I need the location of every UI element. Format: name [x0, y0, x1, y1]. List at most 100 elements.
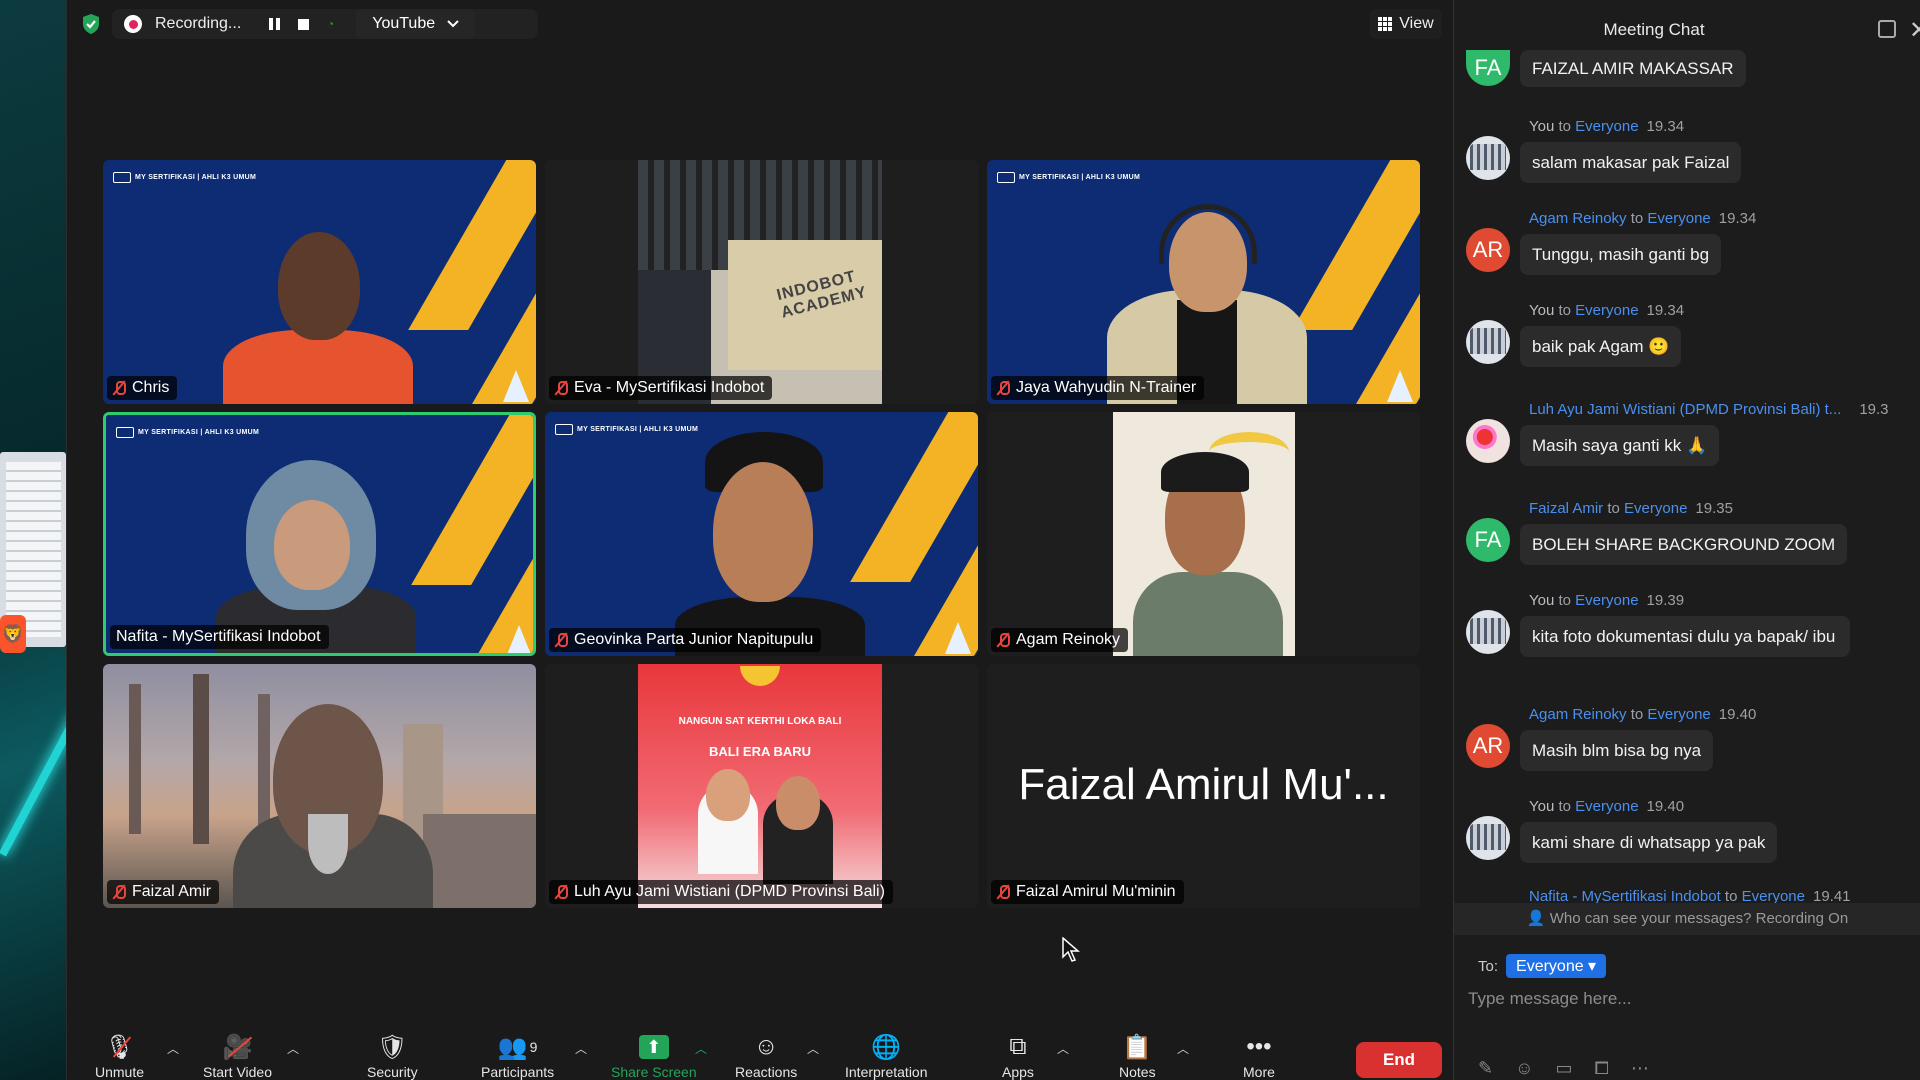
emoji-icon[interactable]: ☺ — [1515, 1058, 1533, 1079]
video-tile-chris[interactable]: MY SERTIFIKASI | AHLI K3 UMUM Chris — [103, 160, 536, 404]
muted-mic-icon — [555, 885, 568, 899]
more-dots-icon: ••• — [1246, 1033, 1272, 1060]
security-shield-icon: 🛡 — [377, 1033, 408, 1061]
globe-icon: 🌐 — [871, 1033, 902, 1061]
muted-mic-icon — [997, 381, 1010, 395]
notes-options-caret[interactable]: ︿ — [1177, 1040, 1189, 1057]
participant-video — [1113, 412, 1295, 656]
muted-mic-icon — [555, 381, 568, 395]
message-bubble: BOLEH SHARE BACKGROUND ZOOM — [1520, 524, 1848, 566]
video-tile-jaya[interactable]: MY SERTIFIKASI | AHLI K3 UMUM Jaya Wahyu… — [987, 160, 1420, 404]
brand-logo: MY SERTIFIKASI | AHLI K3 UMUM — [113, 168, 259, 186]
audio-options-caret[interactable]: ︿ — [167, 1040, 179, 1057]
recording-dot-icon — [124, 15, 142, 33]
message-bubble: salam makasar pak Faizal — [1520, 142, 1742, 184]
share-screen-icon: ⬆ — [638, 1034, 669, 1060]
close-icon[interactable]: ✕ — [1909, 16, 1920, 45]
reactions-button[interactable]: ☺ Reactions — [735, 1033, 797, 1080]
participants-button[interactable]: 👥 9 Participants — [481, 1034, 554, 1080]
meeting-controls-toolbar: 🎙 Unmute ︿ 🎥 Start Video ︿ 🛡 Security 👥9… — [67, 1026, 1454, 1080]
apps-icon: ⧉ — [1009, 1033, 1027, 1060]
avatar: FA — [1466, 50, 1510, 86]
live-stream-signal-icon: ◔ — [327, 17, 335, 31]
message-bubble: kami share di whatsapp ya pak — [1520, 822, 1778, 864]
chat-tools: ✎ ☺ ▭ ⧠ ⋯ — [1478, 1058, 1649, 1079]
recipient-dropdown[interactable]: Everyone ▾ — [1506, 954, 1607, 978]
apps-options-caret[interactable]: ︿ — [1057, 1040, 1069, 1057]
stream-target-dropdown[interactable]: YouTube — [356, 9, 476, 39]
pause-recording-button[interactable] — [269, 18, 281, 30]
end-meeting-button[interactable]: End — [1356, 1042, 1442, 1078]
participants-icon: 👥 9 — [497, 1033, 538, 1061]
message-input[interactable] — [1468, 986, 1898, 1012]
participant-name-tag: Jaya Wahyudin N-Trainer — [991, 376, 1205, 400]
recipient-row: To: Everyone ▾ — [1478, 954, 1607, 978]
unmute-button[interactable]: 🎙 Unmute — [95, 1034, 144, 1080]
encryption-shield-icon[interactable] — [81, 13, 101, 35]
avatar — [1466, 610, 1510, 654]
participant-video — [103, 664, 536, 908]
notes-button[interactable]: 📋 Notes — [1119, 1034, 1156, 1080]
video-tile-luh-ayu[interactable]: NANGUN SAT KERTHI LOKA BALI BALI ERA BAR… — [545, 664, 978, 908]
interpretation-button[interactable]: 🌐 Interpretation — [845, 1034, 928, 1080]
meeting-top-bar: Recording... ◔ YouTube View — [67, 0, 1454, 48]
view-button[interactable]: View — [1370, 9, 1442, 39]
avatar — [1466, 320, 1510, 364]
participant-video: INDOBOT ACADEMY — [638, 160, 882, 404]
avatar: AR — [1466, 724, 1510, 768]
screenshot-icon[interactable]: ⧠ — [1595, 1058, 1609, 1079]
video-camera-off-icon: 🎥 — [223, 1034, 253, 1061]
participant-name-tag: Faizal Amir — [107, 880, 220, 904]
video-tile-faizal-amir[interactable]: Faizal Amir — [103, 664, 536, 908]
chat-title: Meeting Chat — [1603, 20, 1705, 39]
recording-status-bar: Recording... ◔ YouTube — [112, 9, 538, 39]
apps-button[interactable]: ⧉ Apps — [1002, 1033, 1034, 1080]
avatar — [1466, 419, 1510, 463]
participant-video: NANGUN SAT KERTHI LOKA BALI BALI ERA BAR… — [638, 664, 882, 908]
more-options-icon[interactable]: ⋯ — [1631, 1058, 1649, 1079]
more-button[interactable]: ••• More — [1243, 1033, 1275, 1080]
muted-mic-icon — [997, 885, 1010, 899]
muted-mic-icon — [113, 885, 126, 899]
video-tile-nafita-active-speaker[interactable]: MY SERTIFIKASI | AHLI K3 UMUM Nafita - M… — [103, 412, 536, 656]
zoom-meeting-window: Recording... ◔ YouTube View MY SERTIFIKA… — [66, 0, 1454, 1080]
share-options-caret[interactable]: ︿ — [695, 1040, 707, 1057]
participant-display-name: Faizal Amirul Mu'... — [1018, 760, 1389, 809]
message-bubble: Masih saya ganti kk 🙏 — [1520, 425, 1720, 467]
security-button[interactable]: 🛡 Security — [367, 1034, 418, 1080]
smiley-plus-icon: ☺ — [753, 1033, 779, 1060]
avatar: FA — [1466, 518, 1510, 562]
start-video-button[interactable]: 🎥 Start Video — [203, 1034, 272, 1080]
view-label: View — [1399, 15, 1434, 32]
chevron-down-icon — [447, 20, 459, 28]
muted-mic-icon — [555, 633, 568, 647]
avatar — [1466, 816, 1510, 860]
video-options-caret[interactable]: ︿ — [287, 1040, 299, 1057]
message-bubble: baik pak Agam 🙂 — [1520, 326, 1682, 368]
desktop-background: 🦁 — [0, 0, 66, 1080]
popout-window-icon[interactable] — [1878, 20, 1896, 38]
file-icon[interactable]: ▭ — [1555, 1058, 1572, 1079]
poster-subheadline: BALI ERA BARU — [708, 744, 812, 759]
video-tile-agam[interactable]: Agam Reinoky — [987, 412, 1420, 656]
message-bubble: kita foto dokumentasi dulu ya bapak/ ibu — [1520, 616, 1850, 658]
brave-browser-icon[interactable]: 🦁 — [0, 615, 26, 653]
reactions-options-caret[interactable]: ︿ — [807, 1040, 819, 1057]
stop-recording-button[interactable] — [298, 18, 309, 30]
screen: 🦁 Recording... ◔ YouTube View MY SERTIFI… — [0, 0, 1920, 1080]
video-tile-geovinka[interactable]: MY SERTIFIKASI | AHLI K3 UMUM Geovinka P… — [545, 412, 978, 656]
microphone-muted-icon: 🎙 — [104, 1034, 134, 1061]
to-label: To: — [1478, 957, 1499, 975]
message-visibility-notice[interactable]: 👤 Who can see your messages? Recording O… — [1454, 903, 1920, 935]
brand-logo: MY SERTIFIKASI | AHLI K3 UMUM — [555, 420, 701, 438]
video-tile-faizal-amirul[interactable]: Faizal Amirul Mu'... Faizal Amirul Mu'mi… — [987, 664, 1420, 908]
notes-icon: 📋 — [1122, 1033, 1153, 1061]
participant-name-tag: Luh Ayu Jami Wistiani (DPMD Provinsi Bal… — [549, 880, 893, 904]
video-tile-eva[interactable]: INDOBOT ACADEMY Eva - MySertifikasi Indo… — [545, 160, 978, 404]
participants-options-caret[interactable]: ︿ — [575, 1040, 587, 1057]
format-text-icon[interactable]: ✎ — [1478, 1058, 1493, 1079]
share-screen-button[interactable]: ⬆ Share Screen — [611, 1034, 697, 1080]
chat-message-partial: Nafita - MySertifikasi Indobot to Everyo… — [1529, 888, 1851, 903]
meeting-chat-panel: Meeting Chat ✕ FA FAIZAL AMIR MAKASSAR Y… — [1453, 0, 1920, 1080]
stream-target-label: YouTube — [372, 15, 436, 32]
